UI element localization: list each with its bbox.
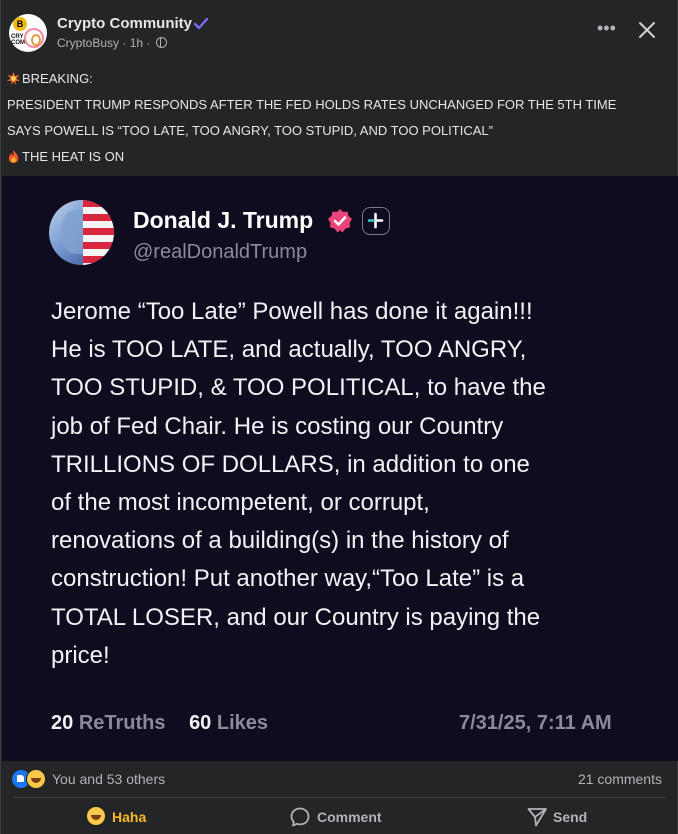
verified-badge-icon bbox=[193, 17, 209, 30]
likes-label: Likes bbox=[216, 712, 269, 734]
close-icon[interactable] bbox=[635, 18, 659, 42]
meta-separator: · bbox=[122, 36, 127, 50]
reaction-count[interactable]: You and 53 others bbox=[52, 771, 165, 787]
globe-icon bbox=[155, 37, 167, 48]
avatar-text: CRY COM bbox=[11, 34, 25, 46]
fire-emoji-icon bbox=[8, 150, 19, 163]
truth-body-line: construction! Put another way,“Too Late”… bbox=[51, 565, 525, 593]
comment-icon bbox=[290, 807, 310, 827]
haha-icon bbox=[87, 807, 105, 825]
meta-separator-2: · bbox=[146, 36, 151, 50]
caption-text-1: BREAKING: bbox=[22, 71, 93, 86]
comment-button[interactable]: Comment bbox=[289, 806, 399, 830]
explosion-emoji-icon bbox=[7, 72, 20, 85]
truth-author-name: Donald J. Trump bbox=[133, 207, 314, 233]
truth-body-line: renovations of a building(s) in the hist… bbox=[51, 527, 509, 555]
caption-line-2: PRESIDENT TRUMP RESPONDS AFTER THE FED H… bbox=[7, 97, 617, 112]
haha-reaction-icon bbox=[26, 769, 46, 789]
haha-label: Haha bbox=[112, 809, 147, 825]
caption-line-1: BREAKING: bbox=[7, 66, 672, 92]
caption-line-4: THE HEAT IS ON bbox=[7, 144, 672, 170]
avatar-coin: B bbox=[13, 17, 27, 31]
haha-button[interactable]: Haha bbox=[87, 806, 167, 830]
post-time[interactable]: 1h bbox=[130, 36, 143, 50]
truth-body-line: of the most incompetent, or corrupt, bbox=[51, 489, 430, 517]
send-icon bbox=[527, 808, 547, 827]
truth-body: Jerome “Too Late” Powell has done it aga… bbox=[51, 293, 651, 675]
caption-text-4: THE HEAT IS ON bbox=[22, 149, 125, 164]
truth-body-line: TOO STUPID, & TOO POLITICAL, to have the bbox=[51, 374, 546, 402]
truth-date: 7/31/25, 7:11 AM bbox=[459, 712, 612, 734]
truth-body-line: TOTAL LOSER, and our Country is paying t… bbox=[51, 603, 541, 631]
caption-line-3: SAYS POWELL IS “TOO LATE, TOO ANGRY, TOO… bbox=[7, 123, 493, 138]
post-meta: CryptoBusy · 1h · bbox=[57, 36, 167, 50]
truth-body-line: price! bbox=[51, 641, 110, 669]
retruths-count: 20 bbox=[51, 712, 74, 734]
truth-body-line: He is TOO LATE, and actually, TOO ANGRY, bbox=[51, 336, 527, 364]
truth-stats: 20 ReTruths 60 Likes bbox=[51, 712, 268, 735]
send-label: Send bbox=[553, 809, 588, 825]
page-avatar[interactable]: B CRY COM bbox=[9, 14, 47, 52]
more-icon[interactable]: ••• bbox=[597, 18, 616, 38]
post-caption: BREAKING: PRESIDENT TRUMP RESPONDS AFTER… bbox=[7, 66, 672, 170]
author-name[interactable]: CryptoBusy bbox=[57, 36, 119, 50]
truth-body-line: TRILLIONS OF DOLLARS, in addition to one bbox=[51, 450, 530, 478]
send-button[interactable]: Send bbox=[526, 806, 606, 830]
truth-body-line: job of Fed Chair. He is costing our Coun… bbox=[51, 412, 504, 440]
post-card: B CRY COM Crypto Community CryptoBusy · 1… bbox=[0, 0, 678, 834]
truth-avatar bbox=[49, 200, 114, 265]
comment-count[interactable]: 21 comments bbox=[578, 771, 662, 787]
divider bbox=[13, 797, 665, 798]
page-name[interactable]: Crypto Community bbox=[57, 15, 192, 32]
retruths-label: ReTruths bbox=[78, 712, 166, 734]
truth-handle: @realDonaldTrump bbox=[133, 241, 308, 263]
comment-label: Comment bbox=[317, 809, 382, 825]
avatar-logo bbox=[24, 28, 44, 48]
likes-count: 60 bbox=[189, 712, 212, 734]
truth-verified-icon bbox=[328, 209, 352, 233]
truth-plus-icon bbox=[362, 207, 390, 235]
truth-body-line: Jerome “Too Late” Powell has done it aga… bbox=[51, 298, 533, 325]
